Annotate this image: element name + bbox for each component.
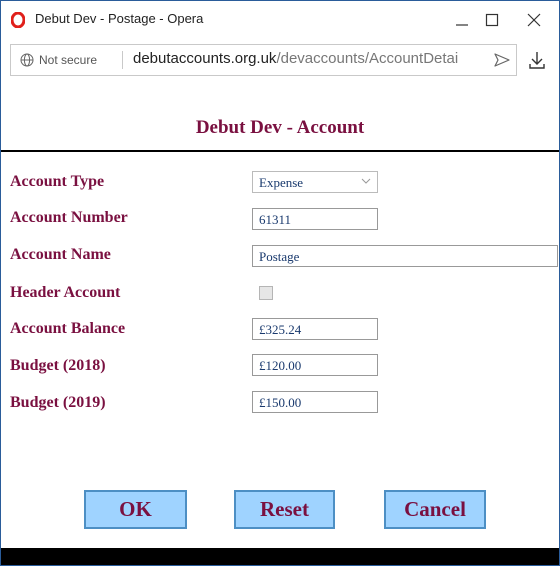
- security-label[interactable]: Not secure: [39, 53, 97, 67]
- page-title: Debut Dev - Account: [195, 117, 365, 138]
- budget-2019-label: Budget (2019): [10, 394, 106, 411]
- globe-icon: [20, 53, 34, 67]
- account-name-field[interactable]: Postage: [252, 245, 558, 267]
- minimize-icon[interactable]: [448, 7, 476, 33]
- address-separator: [122, 51, 123, 69]
- account-number-label: Account Number: [10, 209, 128, 226]
- window-title: Debut Dev - Postage - Opera: [35, 11, 204, 26]
- account-name-label: Account Name: [10, 246, 111, 263]
- account-type-select[interactable]: Expense: [252, 171, 378, 193]
- maximize-icon[interactable]: [478, 7, 506, 33]
- account-type-label: Account Type: [10, 173, 105, 190]
- header-account-checkbox[interactable]: [259, 286, 273, 300]
- cancel-button[interactable]: Cancel: [384, 490, 486, 529]
- download-icon[interactable]: [527, 49, 547, 71]
- budget-2019-field[interactable]: £150.00: [252, 391, 378, 413]
- chevron-down-icon: [361, 178, 371, 184]
- budget-2018-field[interactable]: £120.00: [252, 354, 378, 376]
- url-text[interactable]: debutaccounts.org.uk/devaccounts/Account…: [133, 50, 483, 67]
- url-host: debutaccounts.org.uk: [133, 50, 277, 67]
- url-field[interactable]: Not secure debutaccounts.org.uk/devaccou…: [10, 44, 517, 76]
- bottom-bar: [1, 548, 559, 565]
- url-path: /devaccounts/AccountDetai: [276, 50, 459, 67]
- ok-button[interactable]: OK: [84, 490, 187, 529]
- close-icon[interactable]: [520, 7, 548, 33]
- account-balance-field[interactable]: £325.24: [252, 318, 378, 340]
- opera-logo-icon: [11, 12, 25, 28]
- title-bar: Debut Dev - Postage - Opera: [1, 1, 559, 39]
- header-account-label: Header Account: [10, 284, 121, 301]
- send-icon[interactable]: [493, 52, 511, 68]
- browser-window: Debut Dev - Postage - Opera Not secure d…: [0, 0, 560, 566]
- header-divider: [1, 150, 559, 152]
- account-number-field[interactable]: 61311: [252, 208, 378, 230]
- account-balance-label: Account Balance: [10, 320, 126, 337]
- account-type-value: Expense: [259, 175, 304, 190]
- reset-button[interactable]: Reset: [234, 490, 335, 529]
- budget-2018-label: Budget (2018): [10, 357, 106, 374]
